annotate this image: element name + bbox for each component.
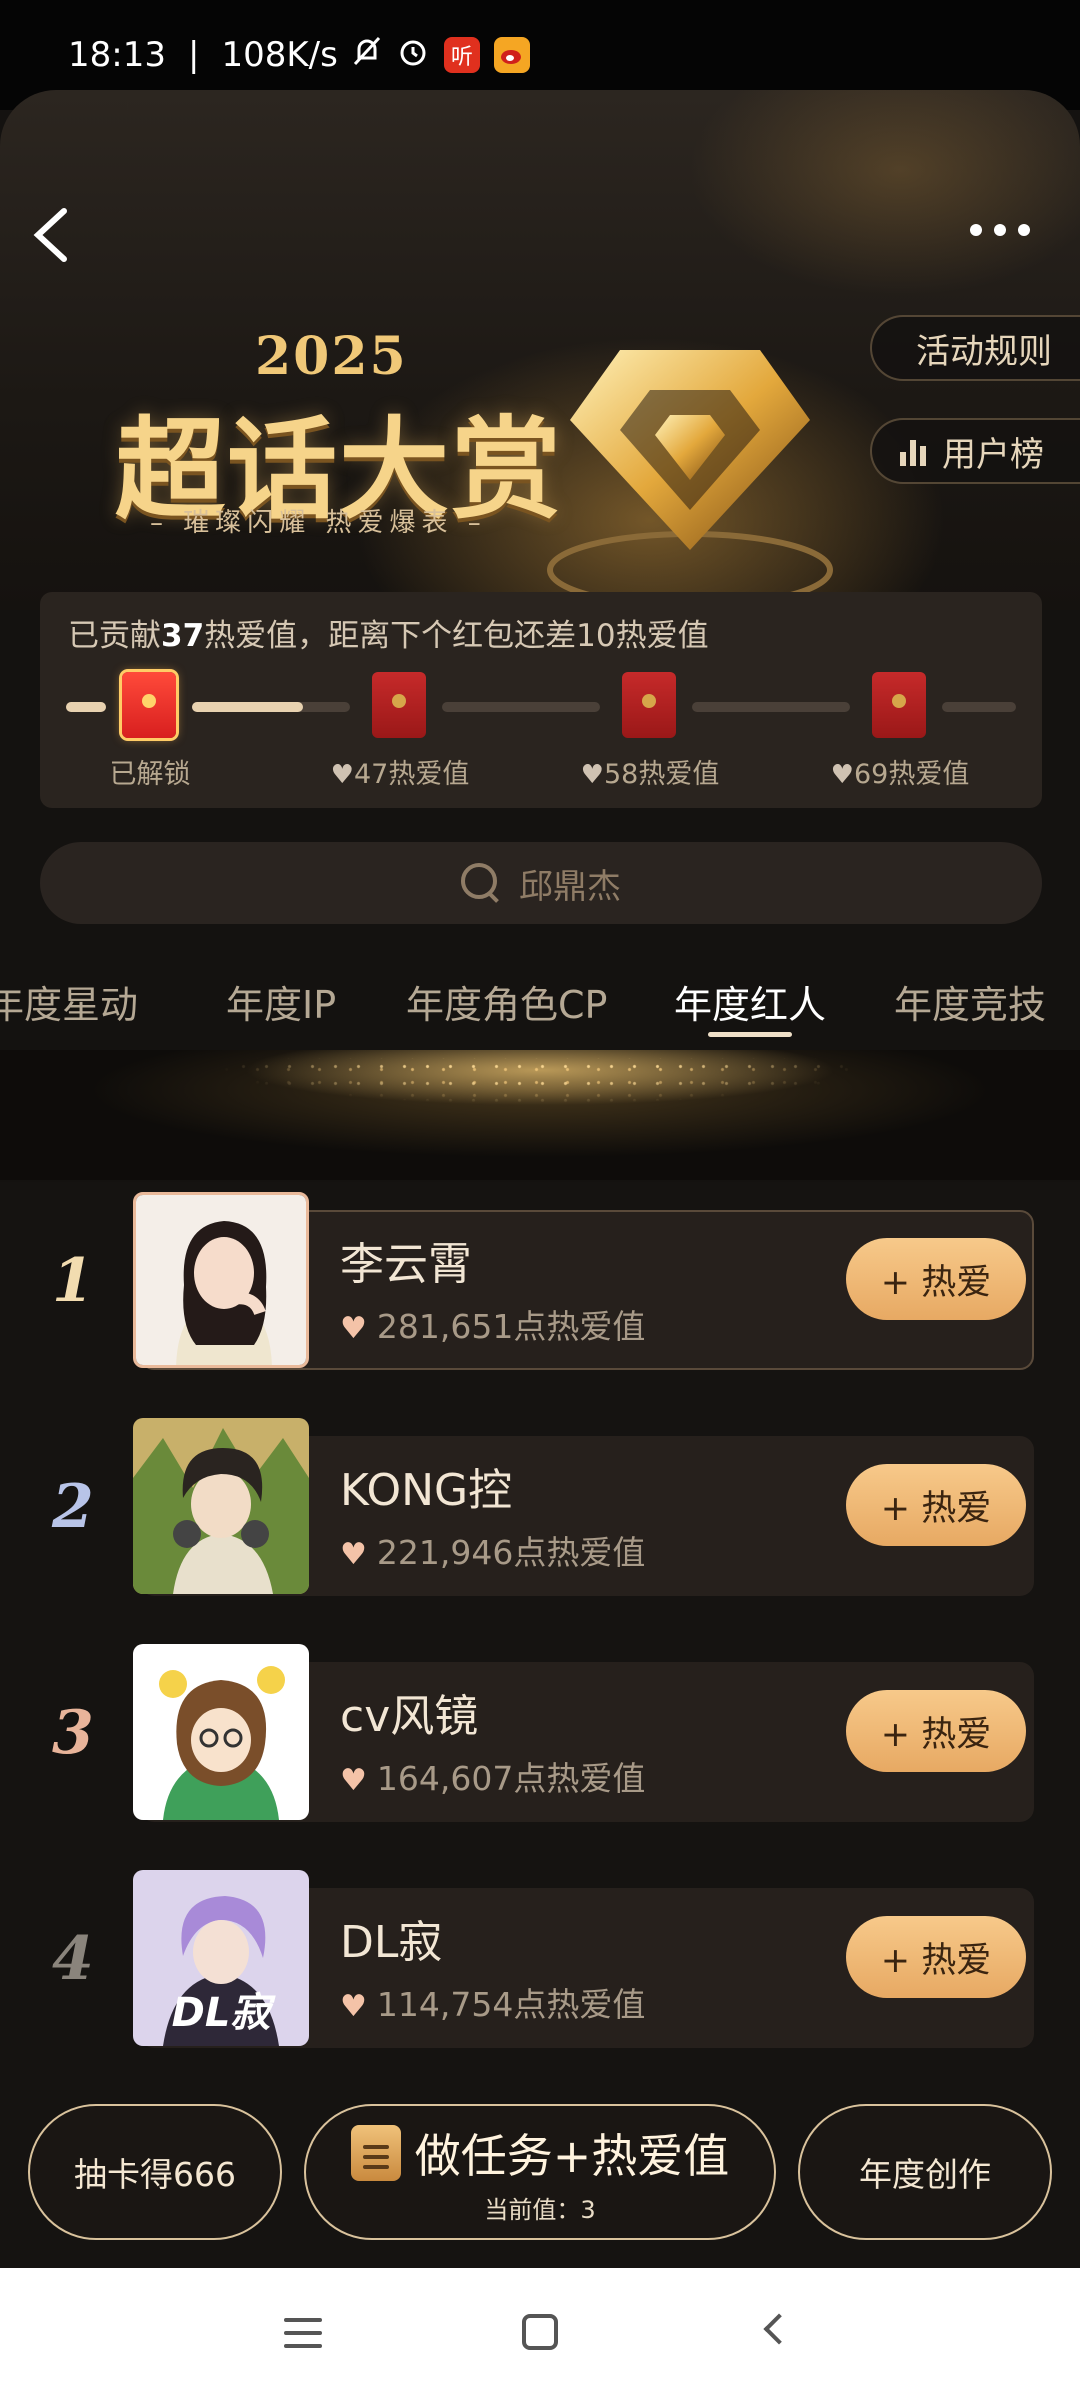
ting-app-icon: 听 (443, 37, 480, 73)
category-tabs: 年度星动 年度IP 年度角色CP 年度红人 年度竞技 (0, 960, 1080, 1050)
avatar[interactable] (133, 1192, 309, 1368)
hero-year: 2025 (255, 326, 408, 387)
add-love-button[interactable]: + 热爱 (846, 1690, 1026, 1772)
milestone-label: 已解锁 (109, 759, 191, 790)
contribution-prefix: 已贡献 (68, 618, 161, 654)
add-love-button[interactable]: + 热爱 (846, 1464, 1026, 1546)
ranking-score: ♥ 164,607点热爱值 (340, 1759, 646, 1798)
contribution-summary: 已贡献37热爱值，距离下个红包还差10热爱值 (68, 610, 709, 655)
ranking-row[interactable]: 2 KONG控 ♥ 221,946点热爱值 + 热爱 (0, 1418, 1080, 1600)
rank-number: 2 (52, 1472, 94, 1542)
ranking-score: ♥ 281,651点热爱值 (340, 1307, 646, 1346)
progress-track-start (66, 702, 106, 712)
gold-trophy-icon (547, 350, 833, 609)
home-icon[interactable] (522, 2314, 558, 2350)
weibo-app-icon (493, 37, 530, 73)
milestone-label: ♥47热爱值 (330, 759, 470, 790)
recent-apps-icon[interactable] (284, 2318, 322, 2348)
progress-track-end (942, 702, 1016, 712)
red-envelope-icon[interactable] (622, 672, 676, 738)
back-icon[interactable] (763, 2313, 795, 2345)
ranking-name: cv风镜 (340, 1691, 479, 1742)
ranking-name: DL寂 (340, 1917, 443, 1968)
ranking-score: ♥ 114,754点热爱值 (340, 1985, 646, 2024)
activity-rules-label: 活动规则 (916, 331, 1052, 372)
alarm-icon (396, 34, 430, 77)
more-dots-icon (970, 224, 1030, 236)
progress-track-segment (442, 702, 600, 712)
more-button[interactable] (960, 210, 1040, 260)
rank-number: 1 (52, 1246, 94, 1316)
annual-creation-label: 年度创作 (859, 2155, 991, 2194)
tab-annual-character-cp[interactable]: 年度角色CP (406, 974, 607, 1029)
tab-annual-ip[interactable]: 年度IP (226, 974, 336, 1029)
back-button[interactable] (30, 205, 80, 275)
bar-chart-icon (900, 436, 932, 466)
avatar[interactable]: DL寂 (133, 1870, 309, 2046)
bottom-action-bar: 抽卡得666 做任务+热爱值 当前值：3 年度创作 (0, 2100, 1080, 2268)
heart-icon: ♥ (580, 760, 604, 790)
activity-rules-button[interactable]: 活动规则 (870, 315, 1080, 381)
ranking-row[interactable]: 4 DL寂 DL寂 ♥ 114,754点热爱值 + 热爱 (0, 1870, 1080, 2052)
rank-number: 4 (52, 1924, 94, 1994)
ranking-row[interactable]: 3 cv风镜 ♥ 164,607点热爱值 + 热爱 (0, 1644, 1080, 1826)
red-envelope-icon-unlocked[interactable] (122, 672, 176, 738)
heart-icon: ♥ (340, 1763, 367, 1798)
ranking-score: ♥ 221,946点热爱值 (340, 1533, 646, 1572)
task-clipboard-icon (350, 2124, 401, 2181)
heart-icon: ♥ (340, 1311, 367, 1346)
contribution-progress-card: 已贡献37热爱值，距离下个红包还差10热爱值 已解锁 ♥47热爱值 ♥58热爱值… (40, 592, 1042, 808)
active-tab-indicator (708, 1032, 792, 1037)
draw-card-button[interactable]: 抽卡得666 (28, 2104, 282, 2240)
heart-icon: ♥ (330, 760, 354, 790)
status-time: 18:13 (68, 35, 166, 75)
status-separator: | (187, 35, 200, 75)
chevron-left-icon (33, 208, 67, 262)
task-main: 做任务+热爱值 (350, 2120, 730, 2186)
current-value: 当前值：3 (484, 2195, 596, 2224)
search-placeholder: 邱鼎杰 (519, 866, 621, 907)
search-icon (461, 863, 501, 903)
gold-dust-banner (0, 1050, 1080, 1180)
ranking-list: 1 李云霄 ♥ 281,651点热爱值 + 热爱 2 KONG控 ♥ 221,9… (0, 1182, 1080, 2102)
progress-track-segment (192, 702, 350, 712)
search-bar[interactable]: 邱鼎杰 (40, 842, 1042, 924)
heart-icon: ♥ (830, 760, 854, 790)
user-ranking-button[interactable]: 用户榜 (870, 418, 1080, 484)
task-label: 做任务+热爱值 (414, 2128, 730, 2183)
add-love-button[interactable]: + 热爱 (846, 1238, 1026, 1320)
milestone-label: ♥69热爱值 (830, 759, 970, 790)
heart-icon: ♥ (340, 1537, 367, 1572)
avatar[interactable] (133, 1418, 309, 1594)
tab-annual-star[interactable]: 年度星动 (0, 974, 138, 1029)
ranking-row[interactable]: 1 李云霄 ♥ 281,651点热爱值 + 热爱 (0, 1192, 1080, 1374)
add-love-button[interactable]: + 热爱 (846, 1916, 1026, 1998)
avatar-watermark: DL寂 (172, 1990, 277, 2036)
contribution-suffix: 热爱值，距离下个红包还差10热爱值 (204, 618, 709, 654)
do-task-button[interactable]: 做任务+热爱值 当前值：3 (304, 2104, 776, 2240)
ranking-name: KONG控 (340, 1465, 513, 1516)
contributed-value: 37 (161, 618, 205, 654)
tab-annual-esports[interactable]: 年度竞技 (894, 974, 1046, 1029)
network-speed: 108K/s (221, 35, 338, 75)
heart-icon: ♥ (340, 1989, 367, 2024)
system-navigation-bar (0, 2268, 1080, 2400)
progress-track-segment (692, 702, 850, 712)
red-envelope-icon[interactable] (872, 672, 926, 738)
tab-annual-influencer[interactable]: 年度红人 (674, 974, 826, 1029)
hero-subtitle: – 璀璨闪耀 热爱爆表 – (150, 508, 487, 538)
mute-bell-icon (350, 34, 384, 77)
user-ranking-label: 用户榜 (942, 434, 1044, 475)
ranking-name: 李云霄 (340, 1239, 472, 1290)
milestone-label: ♥58热爱值 (580, 759, 720, 790)
hero-banner: 2025 超话大赏 – 璀璨闪耀 热爱爆表 – 活动规则 用户榜 (0, 90, 1080, 610)
draw-card-label: 抽卡得666 (74, 2155, 236, 2194)
rank-number: 3 (52, 1698, 94, 1768)
annual-creation-button[interactable]: 年度创作 (798, 2104, 1052, 2240)
avatar[interactable] (133, 1644, 309, 1820)
red-envelope-icon[interactable] (372, 672, 426, 738)
